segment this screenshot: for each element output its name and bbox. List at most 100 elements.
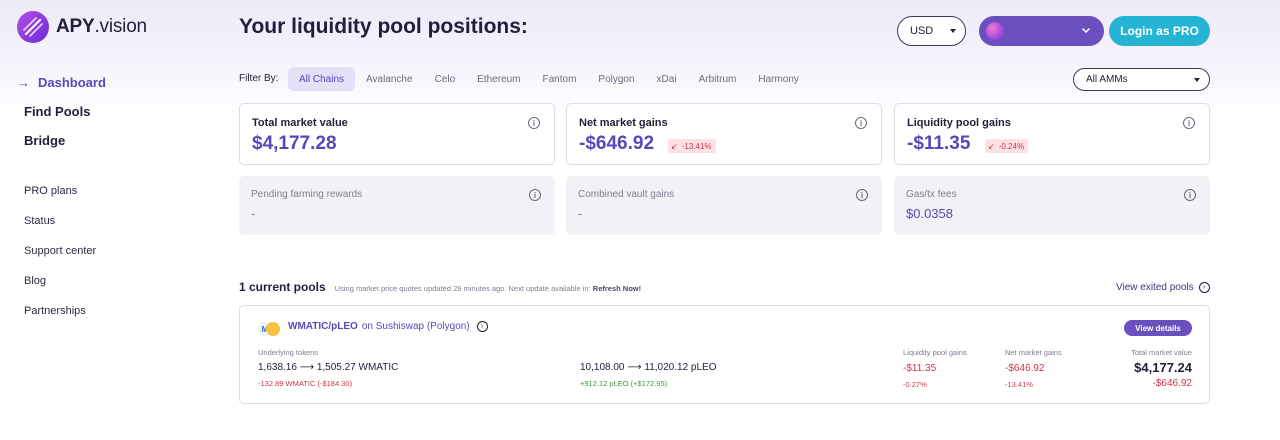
wallet-button[interactable] <box>979 16 1104 46</box>
card-value: - <box>251 206 256 221</box>
view-exited-pools-link[interactable]: View exited pools › <box>1116 282 1210 293</box>
metric-label: Liquidity pool gains <box>903 348 967 357</box>
metric-value: -$646.92 <box>1005 363 1045 374</box>
nav-blog[interactable]: Blog <box>24 266 96 296</box>
info-icon[interactable]: i <box>528 117 540 129</box>
refresh-link[interactable]: Refresh Now! <box>593 284 641 293</box>
logo-text: APY.vision <box>56 16 147 37</box>
card-title: Liquidity pool gains <box>907 117 1011 129</box>
card-title: Combined vault gains <box>578 189 675 200</box>
token-icons: M <box>258 321 282 337</box>
currency-select[interactable]: USD <box>897 16 966 46</box>
exited-link-label: View exited pools <box>1116 282 1194 293</box>
nav-find-pools[interactable]: Find Pools <box>17 97 106 126</box>
chain-chip-harmony[interactable]: Harmony <box>747 67 810 91</box>
gas-fees-card: Gas/tx fees $0.0358 i <box>894 176 1210 235</box>
pool-name-link[interactable]: WMATIC/pLEO on Sushiswap (Polygon) › <box>288 321 488 332</box>
card-title: Net market gains <box>579 117 668 129</box>
info-icon[interactable]: i <box>856 189 868 201</box>
metric-label: Net market gains <box>1005 348 1062 357</box>
pleo-token-icon <box>266 322 280 336</box>
chain-chip-xdai[interactable]: xDai <box>646 67 688 91</box>
card-value: $0.0358 <box>906 206 953 221</box>
chain-chip-polygon[interactable]: Polygon <box>587 67 645 91</box>
login-pro-button[interactable]: Login as PRO <box>1109 16 1210 46</box>
view-details-button[interactable]: View details <box>1124 320 1192 336</box>
caret-down-icon <box>950 29 956 33</box>
pending-farming-rewards-card: Pending farming rewards - i <box>239 176 555 235</box>
token-b-amount: 10,108.00 ⟶ 11,020.12 pLEO <box>580 362 717 373</box>
arrow-down-left-icon: ↙ <box>671 141 678 151</box>
pools-title: 1 current pools <box>239 280 326 294</box>
status-badge: ↙ -13.41% <box>668 139 716 153</box>
circle-arrow-right-icon: › <box>1198 282 1210 293</box>
circle-arrow-right-icon: › <box>476 321 488 332</box>
nav-dashboard[interactable]: → Dashboard <box>17 68 106 97</box>
card-value: $4,177.28 <box>252 133 337 154</box>
metric-percent: -$646.92 <box>1152 378 1192 389</box>
page-title: Your liquidity pool positions: <box>239 15 528 38</box>
pools-heading: 1 current pools Using market price quote… <box>239 280 641 294</box>
nav-partnerships[interactable]: Partnerships <box>24 296 96 326</box>
logo-icon <box>17 11 49 43</box>
metric-value: $4,177.24 <box>1134 360 1192 375</box>
metric-percent: -13.41% <box>1005 380 1033 389</box>
info-icon[interactable]: i <box>855 117 867 129</box>
filter-label: Filter By: <box>239 73 279 84</box>
info-icon[interactable]: i <box>1183 117 1195 129</box>
card-value: -$646.92 <box>579 133 655 154</box>
chain-chip-all[interactable]: All Chains <box>288 67 356 91</box>
amm-select[interactable]: All AMMs <box>1073 68 1210 91</box>
arrow-down-left-icon: ↙ <box>988 141 995 151</box>
metric-percent: -0.27% <box>903 380 927 389</box>
secondary-nav: PRO plans Status Support center Blog Par… <box>24 176 96 326</box>
token-b-delta: +912.12 pLEO (+$172.95) <box>580 379 668 388</box>
nav-bridge[interactable]: Bridge <box>17 126 106 155</box>
net-market-gains-card: Net market gains -$646.92 ↙ -13.41% i <box>566 103 882 165</box>
arrow-right-icon: → <box>17 75 30 90</box>
lp-gains-metric: Liquidity pool gains -$11.35 -0.27% <box>903 348 967 389</box>
pool-card: M WMATIC/pLEO on Sushiswap (Polygon) › V… <box>239 305 1210 404</box>
chain-chip-fantom[interactable]: Fantom <box>532 67 588 91</box>
info-icon[interactable]: i <box>1184 189 1196 201</box>
nav-status[interactable]: Status <box>24 206 96 236</box>
pool-exchange: on Sushiswap (Polygon) <box>361 321 470 332</box>
pool-pair: WMATIC/pLEO <box>288 321 358 332</box>
token-a-amount: 1,638.16 ⟶ 1,505.27 WMATIC <box>258 362 399 373</box>
combined-vault-gains-card: Combined vault gains - i <box>566 176 882 235</box>
logo[interactable]: APY.vision <box>17 11 147 43</box>
chain-chip-celo[interactable]: Celo <box>424 67 467 91</box>
net-gains-metric: Net market gains -$646.92 -13.41% <box>1005 348 1062 389</box>
info-icon[interactable]: i <box>529 189 541 201</box>
nav-pro-plans[interactable]: PRO plans <box>24 176 96 206</box>
card-title: Total market value <box>252 117 348 129</box>
nav-bridge-label: Bridge <box>24 133 66 148</box>
card-title: Gas/tx fees <box>906 189 957 200</box>
main-nav: → Dashboard Find Pools Bridge <box>17 68 106 155</box>
chain-chip-ethereum[interactable]: Ethereum <box>466 67 531 91</box>
nav-support-center[interactable]: Support center <box>24 236 96 266</box>
liquidity-pool-gains-card: Liquidity pool gains -$11.35 ↙ -0.24% i <box>894 103 1210 165</box>
chevron-down-icon <box>1081 25 1091 38</box>
sidebar: APY.vision → Dashboard Find Pools Bridge… <box>0 0 200 440</box>
token-a-delta: -132.89 WMATIC (-$184.30) <box>258 379 353 388</box>
status-badge: ↙ -0.24% <box>985 139 1029 153</box>
underlying-tokens-label: Underlying tokens <box>258 348 319 357</box>
total-market-value-card: Total market value $4,177.28 i <box>239 103 555 165</box>
badge-text: -0.24% <box>998 141 1025 151</box>
chain-filter: All Chains Avalanche Celo Ethereum Fanto… <box>288 67 810 91</box>
chain-chip-arbitrum[interactable]: Arbitrum <box>688 67 748 91</box>
chain-chip-avalanche[interactable]: Avalanche <box>355 67 424 91</box>
total-value-metric: Total market value $4,177.24 -$646.92 <box>1131 348 1192 389</box>
card-value: -$11.35 <box>907 133 971 154</box>
nav-find-pools-label: Find Pools <box>24 104 91 119</box>
wallet-avatar <box>986 22 1004 40</box>
pools-note: Using market price quotes updated 29 min… <box>334 284 642 293</box>
amm-select-value: All AMMs <box>1086 74 1128 85</box>
metric-label: Total market value <box>1131 348 1192 357</box>
badge-text: -13.41% <box>681 141 712 151</box>
metric-value: -$11.35 <box>903 363 937 374</box>
card-value: - <box>578 206 583 221</box>
nav-dashboard-label: Dashboard <box>38 75 106 90</box>
card-title: Pending farming rewards <box>251 189 363 200</box>
